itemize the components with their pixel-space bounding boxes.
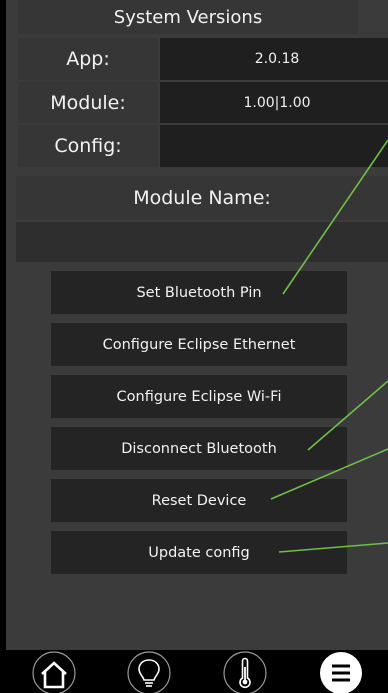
thermometer-icon bbox=[223, 651, 267, 693]
nav-home-button[interactable] bbox=[31, 650, 77, 693]
nav-climate-button[interactable] bbox=[222, 650, 268, 693]
menu-icon bbox=[320, 652, 362, 693]
config-label-text: Config: bbox=[54, 135, 122, 157]
lightbulb-icon bbox=[127, 651, 171, 693]
system-versions-title-text: System Versions bbox=[113, 6, 263, 28]
app-label: App: bbox=[18, 38, 158, 80]
update-config-label: Update config bbox=[148, 544, 250, 561]
screen: System Versions App: 2.0.18 Module: 1.00… bbox=[0, 0, 388, 693]
app-version-value: 2.0.18 bbox=[160, 38, 388, 80]
config-version-value bbox=[160, 125, 388, 167]
system-versions-title: System Versions bbox=[18, 0, 358, 34]
module-label: Module: bbox=[18, 82, 158, 123]
set-bluetooth-pin-label: Set Bluetooth Pin bbox=[136, 284, 262, 301]
module-name-label: Module Name: bbox=[16, 176, 388, 220]
module-label-text: Module: bbox=[50, 91, 126, 114]
set-bluetooth-pin-button[interactable]: Set Bluetooth Pin bbox=[51, 271, 347, 314]
app-label-text: App: bbox=[66, 48, 110, 70]
home-icon bbox=[32, 651, 76, 693]
configure-wifi-label: Configure Eclipse Wi-Fi bbox=[116, 388, 282, 405]
app-version-text: 2.0.18 bbox=[254, 51, 300, 67]
module-name-label-text: Module Name: bbox=[133, 187, 271, 209]
disconnect-bluetooth-label: Disconnect Bluetooth bbox=[121, 440, 277, 457]
reset-device-button[interactable]: Reset Device bbox=[51, 479, 347, 522]
bottom-nav-bar bbox=[0, 650, 388, 693]
reset-device-label: Reset Device bbox=[151, 492, 247, 509]
config-label: Config: bbox=[18, 125, 158, 167]
configure-wifi-button[interactable]: Configure Eclipse Wi-Fi bbox=[51, 375, 347, 418]
settings-panel: System Versions App: 2.0.18 Module: 1.00… bbox=[6, 0, 388, 650]
configure-ethernet-button[interactable]: Configure Eclipse Ethernet bbox=[51, 323, 347, 366]
disconnect-bluetooth-button[interactable]: Disconnect Bluetooth bbox=[51, 427, 347, 470]
nav-lighting-button[interactable] bbox=[126, 650, 172, 693]
module-version-text: 1.00|1.00 bbox=[243, 94, 311, 111]
module-name-value bbox=[16, 222, 388, 262]
module-version-value: 1.00|1.00 bbox=[160, 82, 388, 123]
nav-menu-button[interactable] bbox=[318, 650, 364, 693]
configure-ethernet-label: Configure Eclipse Ethernet bbox=[102, 336, 296, 353]
update-config-button[interactable]: Update config bbox=[51, 531, 347, 574]
